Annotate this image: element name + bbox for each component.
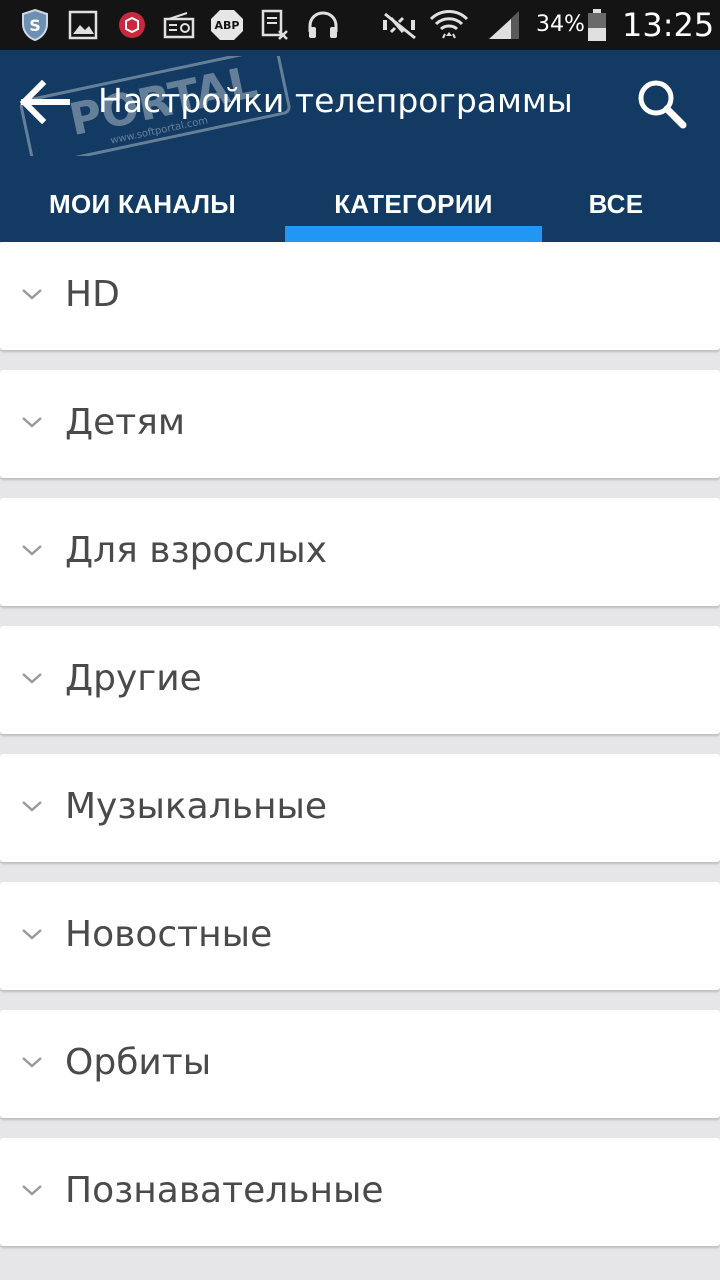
adblock-label: ABP: [215, 19, 240, 32]
category-item-other[interactable]: Другие: [0, 626, 720, 734]
chevron-down-icon: [22, 801, 42, 812]
tab-all-label: ВСЕ: [588, 188, 644, 219]
category-item-educational[interactable]: Познавательные: [0, 1138, 720, 1246]
category-label: Орбиты: [65, 1042, 212, 1083]
category-label: Другие: [65, 658, 202, 699]
chevron-down-icon: [22, 673, 42, 684]
chevron-down-icon: [22, 1057, 42, 1068]
clock: 13:25: [622, 6, 715, 44]
category-item-orbits[interactable]: Орбиты: [0, 1010, 720, 1118]
page-title: Настройки телепрограммы: [98, 81, 573, 120]
tab-indicator: [285, 226, 542, 242]
category-label: Детям: [65, 402, 186, 443]
chevron-down-icon: [22, 545, 42, 556]
category-item-hd[interactable]: HD: [0, 242, 720, 350]
category-label: Новостные: [65, 914, 273, 955]
category-label: Музыкальные: [65, 786, 328, 827]
arrow-back-icon: [19, 80, 70, 124]
svg-text:S: S: [29, 16, 41, 35]
status-bar: S ABP 34% 13:25: [0, 0, 720, 50]
category-label: Познавательные: [65, 1170, 384, 1211]
category-label: Для взрослых: [65, 530, 328, 571]
category-item-kids[interactable]: Детям: [0, 370, 720, 478]
category-label: HD: [65, 274, 120, 315]
tab-categories-label: КАТЕГОРИИ: [334, 188, 493, 219]
document-icon: [258, 8, 292, 42]
search-icon: [638, 80, 687, 129]
category-item-news[interactable]: Новостные: [0, 882, 720, 990]
app-bar: PORTAL www.softportal.com Настройки теле…: [0, 46, 720, 242]
chevron-down-icon: [22, 929, 42, 940]
category-item-music[interactable]: Музыкальные: [0, 754, 720, 862]
radio-icon: [162, 8, 196, 42]
chevron-down-icon: [22, 289, 42, 300]
tab-my-channels-label: МОИ КАНАЛЫ: [48, 188, 236, 219]
search-button[interactable]: [626, 68, 698, 140]
battery-percent: 34%: [536, 12, 585, 37]
adblock-icon: ABP: [208, 8, 246, 42]
back-button[interactable]: [8, 66, 80, 138]
security-app-icon: [115, 8, 149, 42]
chevron-down-icon: [22, 417, 42, 428]
shield-icon: S: [18, 8, 52, 42]
category-item-adults[interactable]: Для взрослых: [0, 498, 720, 606]
headphones-icon: [305, 8, 341, 42]
mute-icon: [380, 8, 420, 42]
battery-icon: [584, 8, 610, 42]
gallery-icon: [66, 8, 100, 42]
tab-my-channels[interactable]: МОИ КАНАЛЫ: [0, 166, 285, 242]
chevron-down-icon: [22, 1185, 42, 1196]
tab-all[interactable]: ВСЕ: [542, 166, 690, 242]
wifi-icon: [428, 8, 470, 42]
signal-icon: [486, 8, 522, 42]
